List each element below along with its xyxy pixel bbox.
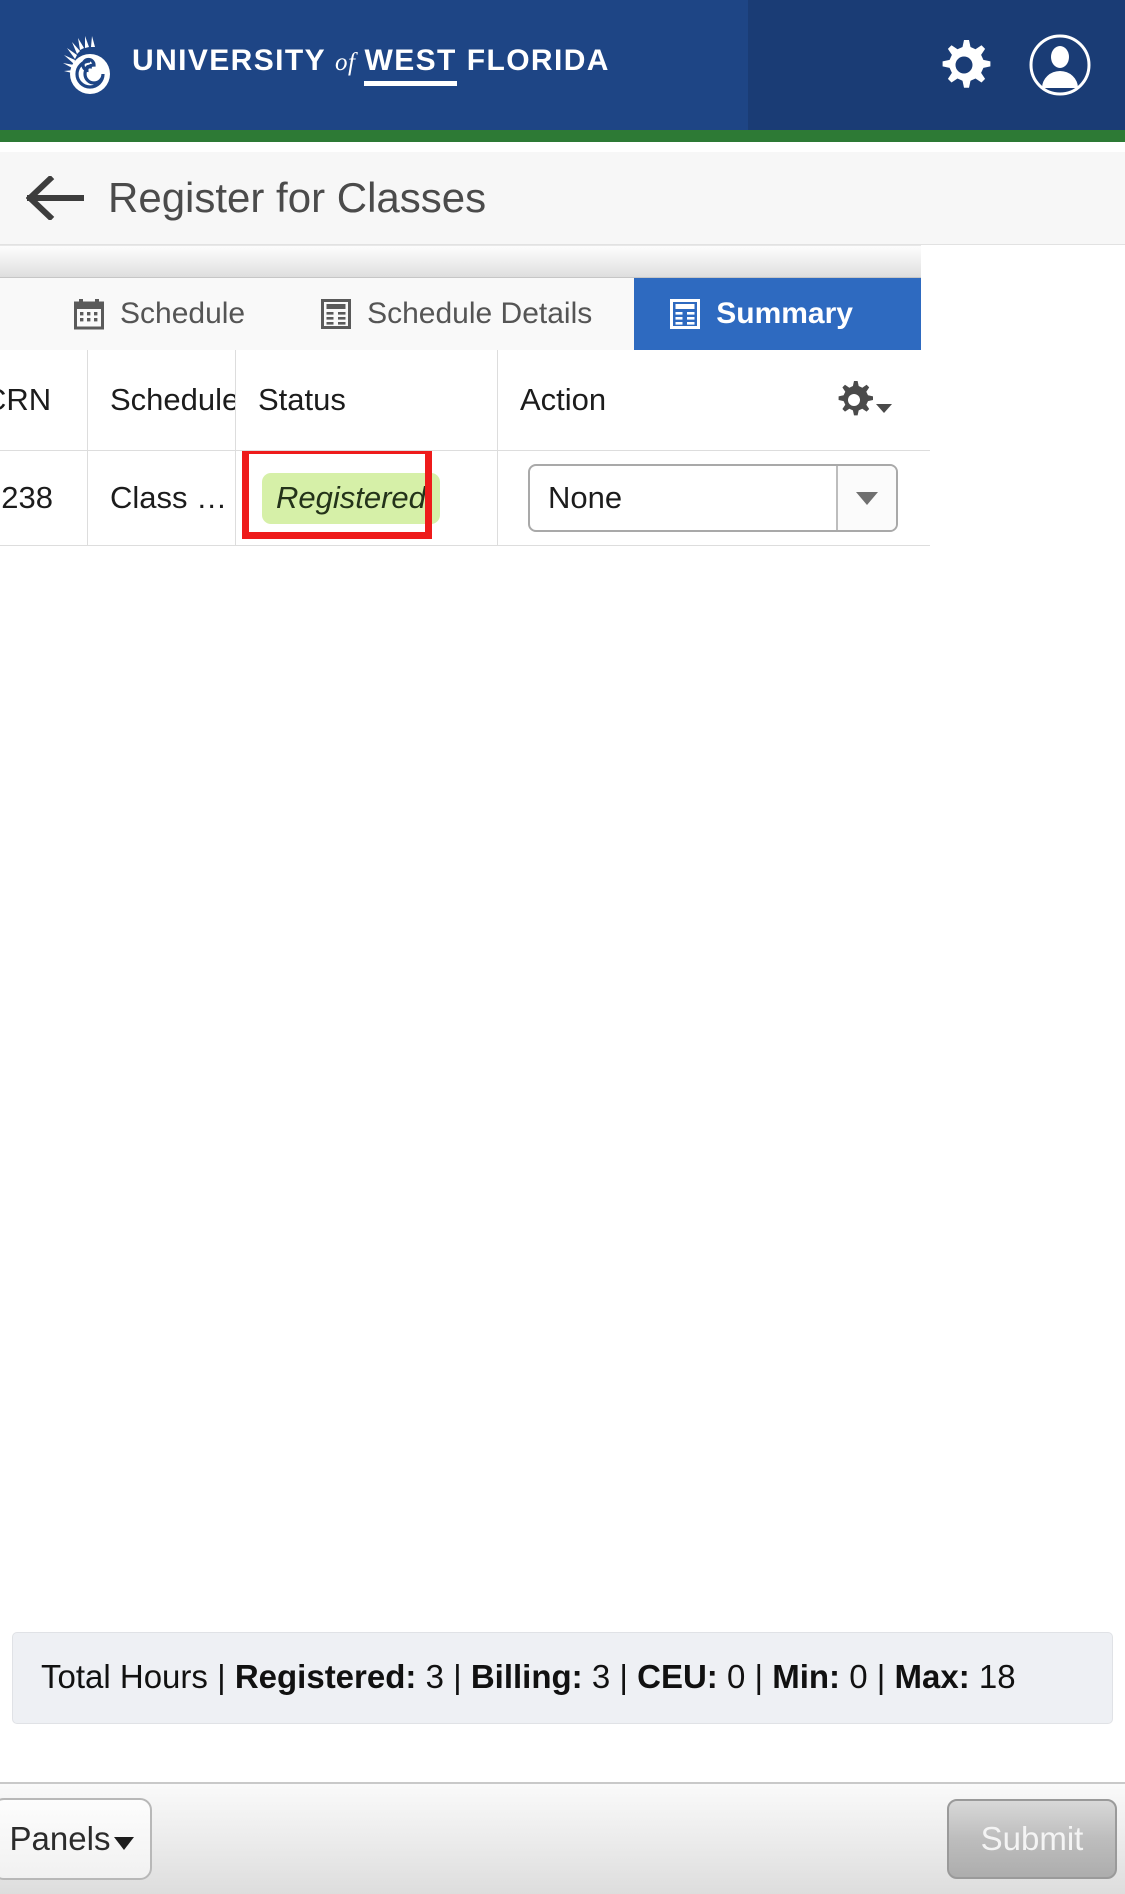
table-list-icon xyxy=(670,298,701,330)
tab-schedule-details[interactable]: Schedule Details xyxy=(285,278,635,350)
totals-ceu-value: 0 xyxy=(726,1658,746,1695)
back-arrow-icon[interactable] xyxy=(25,174,84,222)
header-actions xyxy=(748,0,1125,130)
panels-button-label: Panels xyxy=(9,1820,111,1857)
submit-button[interactable]: Submit xyxy=(947,1799,1117,1879)
table-row: 2238 Class … Registered None xyxy=(0,451,930,546)
gear-icon xyxy=(833,379,875,421)
status-badge: Registered xyxy=(262,472,440,524)
totals-billing-value: 3 xyxy=(591,1658,611,1695)
page-title: Register for Classes xyxy=(108,174,487,221)
cell-status: Registered xyxy=(236,451,498,545)
gear-icon[interactable] xyxy=(935,36,993,94)
tab-bar: Schedule Schedule Details Summary xyxy=(0,278,921,350)
tab-schedule[interactable]: Schedule xyxy=(0,278,286,350)
chevron-down-icon xyxy=(876,403,892,413)
calendar-icon xyxy=(74,298,104,330)
submit-button-label: Submit xyxy=(980,1820,1084,1857)
totals-max-label: Max: xyxy=(894,1658,970,1695)
table-settings-button[interactable] xyxy=(833,379,892,421)
panels-button[interactable]: Panels xyxy=(0,1798,152,1880)
totals-registered-value: 3 xyxy=(425,1658,444,1695)
page-title-bar: Register for Classes xyxy=(0,152,1125,245)
table-header-row: CRN Schedule Status Action xyxy=(0,350,930,451)
content-blank-area xyxy=(0,546,1125,1632)
green-accent-rule xyxy=(0,130,1125,142)
tab-summary[interactable]: Summary xyxy=(634,278,921,350)
nautilus-shell-icon xyxy=(62,34,118,96)
totals-sep-4: | xyxy=(876,1658,886,1695)
action-select-value: None xyxy=(548,480,623,515)
totals-max-value: 18 xyxy=(978,1658,1016,1695)
toolbar-strip xyxy=(0,245,921,278)
table-list-icon xyxy=(321,298,352,330)
cell-schedule: Class … xyxy=(88,451,236,545)
total-hours-summary: Total Hours | Registered: 3 | Billing: 3… xyxy=(12,1632,1113,1725)
chevron-down-icon xyxy=(114,1836,135,1850)
column-header-status[interactable]: Status xyxy=(236,350,498,450)
brand-florida: FLORIDA xyxy=(466,44,610,77)
totals-sep-3: | xyxy=(754,1658,764,1695)
summary-table: CRN Schedule Status Action 2238 Class … xyxy=(0,350,930,546)
brand-university: UNIVERSITY xyxy=(132,44,327,77)
totals-sep-1: | xyxy=(453,1658,462,1695)
totals-ceu-label: CEU: xyxy=(637,1658,718,1695)
brand-of: of xyxy=(335,49,356,76)
cell-action: None xyxy=(498,451,914,545)
action-bar: Panels Submit xyxy=(0,1782,1125,1894)
cell-crn: 2238 xyxy=(0,451,88,545)
site-header: UNIVERSITY of WEST FLORIDA xyxy=(0,0,1125,130)
action-select[interactable]: None xyxy=(528,464,898,532)
uwf-logo[interactable]: UNIVERSITY of WEST FLORIDA xyxy=(62,0,610,130)
totals-registered-label: Registered: xyxy=(234,1658,417,1695)
column-header-schedule[interactable]: Schedule xyxy=(88,350,236,450)
totals-min-label: Min: xyxy=(772,1658,841,1695)
tab-summary-label: Summary xyxy=(716,297,853,330)
brand-west: WEST xyxy=(364,44,457,86)
totals-min-value: 0 xyxy=(849,1658,868,1695)
user-avatar-icon[interactable] xyxy=(1029,34,1091,96)
brand-wordmark: UNIVERSITY of WEST FLORIDA xyxy=(132,44,610,86)
column-header-action[interactable]: Action xyxy=(498,350,914,450)
column-header-action-label: Action xyxy=(520,382,607,417)
tab-schedule-details-label: Schedule Details xyxy=(367,297,593,330)
totals-billing-label: Billing: xyxy=(470,1658,583,1695)
totals-sep-2: | xyxy=(619,1658,628,1695)
tab-schedule-label: Schedule xyxy=(120,297,246,330)
chevron-down-icon[interactable] xyxy=(836,466,896,530)
column-header-crn[interactable]: CRN xyxy=(0,350,88,450)
header-gap xyxy=(0,142,1125,152)
totals-prefix: Total Hours | xyxy=(41,1658,226,1695)
